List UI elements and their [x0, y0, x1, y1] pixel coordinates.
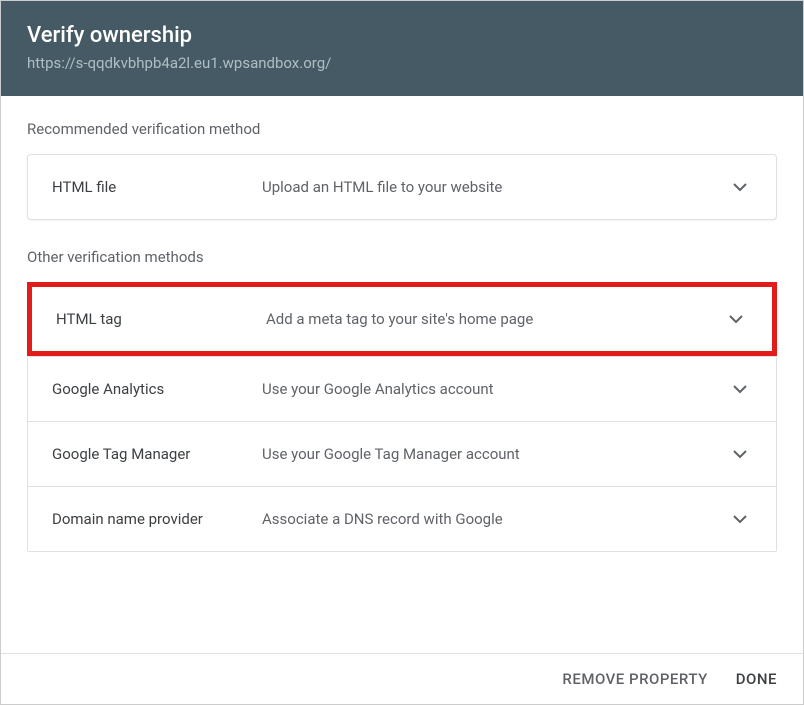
- method-desc: Upload an HTML file to your website: [262, 178, 728, 196]
- recommended-label: Recommended verification method: [27, 120, 777, 138]
- method-desc: Use your Google Tag Manager account: [262, 445, 728, 463]
- method-name: HTML file: [52, 178, 262, 196]
- chevron-down-icon: [724, 307, 748, 331]
- method-name: Google Tag Manager: [52, 445, 262, 463]
- done-button[interactable]: DONE: [736, 670, 777, 688]
- dialog-header: Verify ownership https://s-qqdkvbhpb4a2l…: [1, 1, 803, 96]
- method-domain-name-provider[interactable]: Domain name provider Associate a DNS rec…: [28, 487, 776, 551]
- highlighted-method: HTML tag Add a meta tag to your site's h…: [27, 282, 777, 356]
- other-label: Other verification methods: [27, 248, 777, 266]
- method-google-analytics[interactable]: Google Analytics Use your Google Analyti…: [28, 357, 776, 422]
- chevron-down-icon: [728, 175, 752, 199]
- method-google-tag-manager[interactable]: Google Tag Manager Use your Google Tag M…: [28, 422, 776, 487]
- method-name: Domain name provider: [52, 510, 262, 528]
- dialog-subtitle: https://s-qqdkvbhpb4a2l.eu1.wpsandbox.or…: [27, 54, 777, 72]
- chevron-down-icon: [728, 442, 752, 466]
- method-desc: Add a meta tag to your site's home page: [266, 310, 724, 328]
- chevron-down-icon: [728, 507, 752, 531]
- dialog-title: Verify ownership: [27, 23, 777, 48]
- method-name: HTML tag: [56, 310, 266, 328]
- remove-property-button[interactable]: REMOVE PROPERTY: [562, 670, 707, 688]
- other-methods-list: Google Analytics Use your Google Analyti…: [27, 356, 777, 552]
- method-desc: Associate a DNS record with Google: [262, 510, 728, 528]
- method-name: Google Analytics: [52, 380, 262, 398]
- method-html-tag[interactable]: HTML tag Add a meta tag to your site's h…: [32, 287, 772, 351]
- dialog-footer: REMOVE PROPERTY DONE: [1, 653, 803, 704]
- method-desc: Use your Google Analytics account: [262, 380, 728, 398]
- chevron-down-icon: [728, 377, 752, 401]
- dialog-content: Recommended verification method HTML fil…: [1, 96, 803, 653]
- method-html-file[interactable]: HTML file Upload an HTML file to your we…: [27, 154, 777, 220]
